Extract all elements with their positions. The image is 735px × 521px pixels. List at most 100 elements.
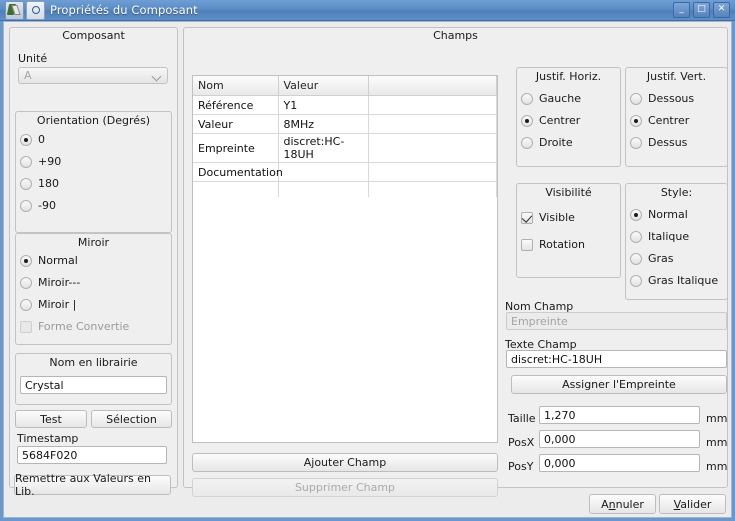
library-name-input[interactable]: Crystal <box>20 376 167 394</box>
radio-dot-icon <box>521 93 533 105</box>
taille-value: 1,270 <box>544 409 576 422</box>
radio-vjustify-bottom[interactable]: Dessous <box>630 92 694 105</box>
radio-style-bold-italic[interactable]: Gras Italique <box>630 274 718 287</box>
radio-hjustify-center[interactable]: Centrer <box>521 114 580 127</box>
cell-extra[interactable] <box>368 96 497 115</box>
column-header-extra[interactable] <box>368 76 497 96</box>
radio-vjustify-top-label: Dessus <box>648 136 687 149</box>
chevron-down-icon <box>153 71 162 80</box>
radio-dot-icon <box>630 115 642 127</box>
fields-table[interactable]: Nom Valeur RéférenceY1Valeur8MHzEmpreint… <box>192 75 498 443</box>
radio-orientation-m90[interactable]: -90 <box>20 199 56 212</box>
assign-footprint-button[interactable]: Assigner l'Empreinte <box>511 375 727 394</box>
cell-name[interactable]: Référence <box>193 96 278 115</box>
cell-extra[interactable] <box>368 115 497 134</box>
dialog-window: Propriétés du Composant _ □ ✕ Composant … <box>0 0 735 521</box>
nom-champ-value: Empreinte <box>511 315 568 328</box>
radio-mirror-normal[interactable]: Normal <box>20 254 78 267</box>
radio-vjustify-center-label: Centrer <box>648 114 689 127</box>
table-row[interactable]: RéférenceY1 <box>193 96 497 115</box>
maximize-button[interactable]: □ <box>693 2 710 18</box>
checkbox-visible[interactable]: Visible <box>521 211 575 224</box>
radio-dot-icon <box>630 231 642 243</box>
radio-hjustify-right[interactable]: Droite <box>521 136 573 149</box>
radio-orientation-0[interactable]: 0 <box>20 133 45 146</box>
taille-input[interactable]: 1,270 <box>539 406 700 424</box>
radio-style-italic[interactable]: Italique <box>630 230 689 243</box>
ok-button[interactable]: Valider <box>659 494 726 514</box>
cell-extra[interactable] <box>368 134 497 163</box>
radio-dot-icon <box>20 156 32 168</box>
composant-group-title: Composant <box>9 29 178 42</box>
select-button[interactable]: Sélection <box>91 410 172 428</box>
radio-hjustify-right-label: Droite <box>539 136 573 149</box>
checkbox-rotation[interactable]: Rotation <box>521 238 585 251</box>
radio-orientation-180[interactable]: 180 <box>20 177 59 190</box>
posx-label: PosX <box>508 436 534 449</box>
table-row[interactable]: Empreintediscret:HC-18UH <box>193 134 497 163</box>
posx-input[interactable]: 0,000 <box>539 430 700 448</box>
checkbox-box-icon <box>521 239 533 251</box>
close-button[interactable]: ✕ <box>713 2 730 18</box>
delete-field-button[interactable]: Supprimer Champ <box>192 478 498 497</box>
checkbox-rotation-label: Rotation <box>539 238 585 251</box>
column-header-nom[interactable]: Nom <box>193 76 278 96</box>
radio-dot-icon <box>630 93 642 105</box>
radio-dot-icon <box>20 299 32 311</box>
checkbox-box-icon <box>521 212 533 224</box>
test-button[interactable]: Test <box>15 410 87 428</box>
radio-mirror-horizontal[interactable]: Miroir--- <box>20 276 80 289</box>
minimize-button[interactable]: _ <box>673 2 690 18</box>
cell-filler <box>368 182 497 198</box>
unit-label: Unité <box>18 52 47 65</box>
radio-style-bold-label: Gras <box>648 252 674 265</box>
checkbox-visible-label: Visible <box>539 211 575 224</box>
champs-group-title: Champs <box>183 29 728 42</box>
radio-dot-icon <box>20 200 32 212</box>
checkbox-forme-convertie[interactable]: Forme Convertie <box>20 320 129 333</box>
radio-orientation-90[interactable]: +90 <box>20 155 61 168</box>
cell-name[interactable]: Documentation <box>193 163 278 182</box>
style-title: Style: <box>625 186 728 199</box>
cell-value[interactable]: discret:HC-18UH <box>278 134 368 163</box>
posy-label: PosY <box>508 460 533 473</box>
taille-unit: mm <box>706 412 727 425</box>
miroir-group-title: Miroir <box>15 236 172 249</box>
radio-vjustify-center[interactable]: Centrer <box>630 114 689 127</box>
ok-button-label: Valider <box>674 498 712 511</box>
timestamp-input[interactable]: 5684F020 <box>17 446 167 464</box>
unit-combo[interactable]: A <box>18 67 168 84</box>
justif-vert-title: Justif. Vert. <box>625 70 728 83</box>
radio-style-bold[interactable]: Gras <box>630 252 674 265</box>
library-group-title: Nom en librairie <box>15 356 172 369</box>
cell-value[interactable]: 8MHz <box>278 115 368 134</box>
radio-vjustify-top[interactable]: Dessus <box>630 136 687 149</box>
table-header-row: Nom Valeur <box>193 76 497 96</box>
cell-name[interactable]: Valeur <box>193 115 278 134</box>
texte-champ-input[interactable]: discret:HC-18UH <box>506 350 727 368</box>
radio-mirror-vertical[interactable]: Miroir | <box>20 298 76 311</box>
radio-dot-icon <box>20 277 32 289</box>
radio-style-normal[interactable]: Normal <box>630 208 688 221</box>
radio-style-bold-italic-label: Gras Italique <box>648 274 718 287</box>
cell-value[interactable] <box>278 163 368 182</box>
radio-dot-icon <box>20 134 32 146</box>
add-field-button[interactable]: Ajouter Champ <box>192 453 498 472</box>
posy-input[interactable]: 0,000 <box>539 454 700 472</box>
cell-extra[interactable] <box>368 163 497 182</box>
column-header-valeur[interactable]: Valeur <box>278 76 368 96</box>
cell-value[interactable]: Y1 <box>278 96 368 115</box>
table-row[interactable]: Documentation <box>193 163 497 182</box>
radio-hjustify-left[interactable]: Gauche <box>521 92 581 105</box>
cell-name[interactable]: Empreinte <box>193 134 278 163</box>
cell-filler <box>278 182 368 198</box>
posy-value: 0,000 <box>544 457 576 470</box>
table-row[interactable]: Valeur8MHz <box>193 115 497 134</box>
orientation-group <box>15 111 172 233</box>
taille-label: Taille <box>508 412 536 425</box>
title-bar: Propriétés du Composant _ □ ✕ <box>0 0 735 21</box>
reset-to-library-button[interactable]: Remettre aux Valeurs en Lib. <box>14 475 171 495</box>
radio-mirror-normal-label: Normal <box>38 254 78 267</box>
nom-champ-input[interactable]: Empreinte <box>506 312 727 330</box>
cancel-button[interactable]: Annuler <box>589 494 656 514</box>
